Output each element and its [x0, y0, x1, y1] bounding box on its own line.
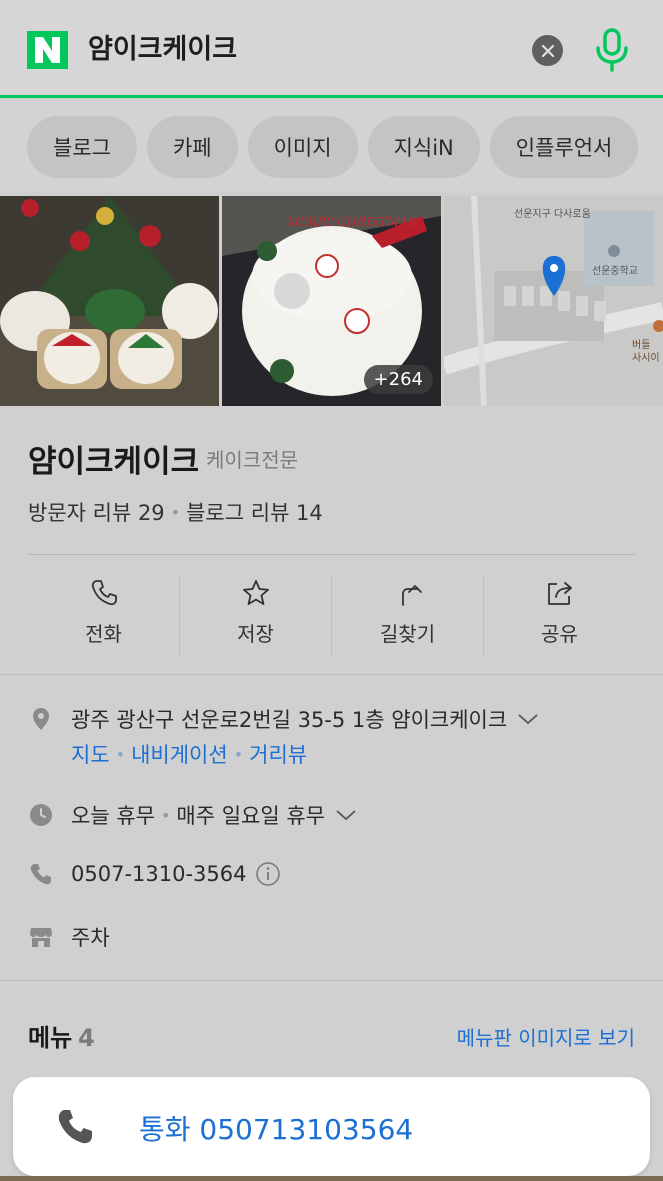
gallery-photo-1[interactable]: [0, 196, 219, 406]
place-details: 광주 광산구 선운로2번길 35-5 1층 얌이크케이크 지도 • 내비게이션 …: [0, 676, 663, 980]
parking-text: 주차: [71, 926, 110, 950]
phone-icon: [91, 580, 117, 606]
phone-number[interactable]: 0507-1310-3564: [71, 862, 247, 886]
close-icon: [541, 44, 554, 57]
address-row[interactable]: 광주 광산구 선운로2번길 35-5 1층 얌이크케이크: [28, 704, 539, 734]
share-icon: [547, 582, 572, 605]
separator-dot: •: [160, 805, 171, 825]
menu-count: 4: [78, 1024, 95, 1052]
map-label-district: 선운지구 다사로움: [514, 209, 591, 220]
call-floating-bar[interactable]: 통화 050713103564: [13, 1077, 650, 1176]
map-link[interactable]: 지도: [71, 739, 110, 769]
tab-cafe[interactable]: 카페: [146, 115, 238, 178]
call-bar-label[interactable]: 통화 050713103564: [139, 1108, 413, 1148]
save-action-button[interactable]: 저장: [180, 578, 332, 656]
phone-icon: [30, 864, 51, 885]
store-icon: [30, 928, 52, 947]
search-bar: 얌이크케이크: [0, 0, 663, 98]
parking-row: 주차: [28, 922, 110, 952]
review-summary: 방문자 리뷰 29 • 블로그 리뷰 14: [28, 497, 323, 527]
place-name: 얌이크케이크: [28, 444, 200, 480]
call-action-button[interactable]: 전화: [28, 578, 180, 656]
phone-row[interactable]: 0507-1310-3564: [28, 861, 281, 887]
location-pin-icon: [33, 708, 49, 730]
call-action-label: 전화: [85, 622, 122, 646]
tab-kin[interactable]: 지식iN: [367, 115, 480, 178]
menu-image-link[interactable]: 메뉴판 이미지로 보기: [457, 1022, 635, 1051]
menu-title: 메뉴 4: [28, 1018, 95, 1053]
directions-icon: [401, 585, 422, 606]
directions-action-label: 길찾기: [379, 622, 436, 646]
blog-reviews-link[interactable]: 블로그 리뷰 14: [186, 497, 323, 527]
separator-dot: •: [233, 744, 244, 764]
visitor-reviews-link[interactable]: 방문자 리뷰 29: [28, 497, 165, 527]
share-action-label: 공유: [541, 622, 578, 646]
directions-action-button[interactable]: 길찾기: [332, 578, 484, 656]
hours-today: 오늘 휴무: [71, 804, 155, 828]
map-label-shop2: 사시이: [632, 353, 660, 364]
clock-icon: [30, 804, 52, 826]
cake-photo-image: [0, 196, 219, 406]
tab-blog[interactable]: 블로그: [27, 115, 137, 178]
photo-gallery: MERRY CHRISTMAS +264 선운지구 다사로움 선운중학교 버들 …: [0, 196, 663, 406]
separator-dot: •: [170, 502, 181, 522]
chevron-down-icon[interactable]: [517, 712, 539, 726]
map-thumbnail[interactable]: 선운지구 다사로움 선운중학교 버들 사시이: [444, 196, 663, 406]
clear-search-button[interactable]: [532, 35, 563, 66]
action-buttons: 전화 저장 길찾기 공유: [28, 578, 635, 656]
search-query-input[interactable]: 얌이크케이크: [88, 31, 237, 69]
save-action-label: 저장: [237, 622, 274, 646]
section-divider: [0, 674, 663, 675]
map-label-school: 선운중학교: [592, 266, 638, 277]
divider: [28, 554, 635, 555]
hours-note: 매주 일요일 휴무: [176, 804, 325, 828]
menu-photo-peek: [0, 1176, 663, 1181]
naver-logo-icon[interactable]: [27, 31, 68, 69]
address-links: 지도 • 내비게이션 • 거리뷰: [71, 739, 307, 769]
microphone-icon[interactable]: [592, 27, 632, 73]
hours-row[interactable]: 오늘 휴무 • 매주 일요일 휴무: [28, 800, 357, 830]
chevron-down-icon[interactable]: [335, 808, 357, 822]
info-icon[interactable]: [255, 861, 281, 887]
cake-lettering: MERRY CHRISTMAS: [286, 215, 416, 229]
navigation-link[interactable]: 내비게이션: [131, 739, 228, 769]
map-image: [444, 196, 663, 406]
star-icon: [242, 580, 269, 605]
tab-image[interactable]: 이미지: [247, 115, 358, 178]
gallery-photo-2[interactable]: MERRY CHRISTMAS +264: [222, 196, 441, 406]
section-divider: [0, 980, 663, 981]
search-tabs: 블로그 카페 이미지 지식iN 인플루언서: [0, 101, 663, 192]
place-category: 케이크전문: [206, 448, 298, 472]
phone-icon: [58, 1110, 92, 1144]
place-summary: 얌이크케이크 케이크전문 방문자 리뷰 29 • 블로그 리뷰 14 전화 저장…: [0, 406, 663, 674]
tab-influencer[interactable]: 인플루언서: [489, 115, 639, 178]
share-action-button[interactable]: 공유: [484, 578, 635, 656]
separator-dot: •: [115, 744, 126, 764]
menu-title-text: 메뉴: [28, 1024, 73, 1052]
address-text: 광주 광산구 선운로2번길 35-5 1층 얌이크케이크: [71, 708, 508, 732]
more-photos-badge[interactable]: +264: [363, 365, 433, 394]
street-view-link[interactable]: 거리뷰: [249, 739, 307, 769]
